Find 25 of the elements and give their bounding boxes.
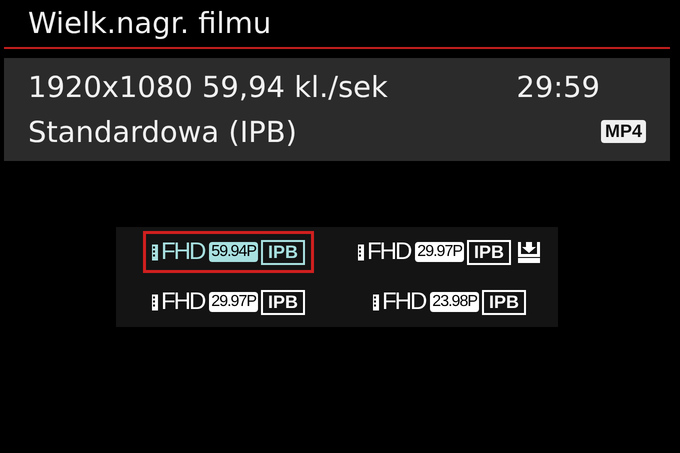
film-strip-icon (152, 294, 158, 310)
compression-badge: IPB (467, 240, 512, 264)
size-label: FHD (160, 238, 204, 266)
compression-badge: IPB (482, 290, 526, 314)
menu-title: Wielk.nagr. filmu (27, 5, 272, 42)
movie-size-option[interactable]: FHD 23.98P IPB (364, 281, 536, 323)
format-badge: MP4 (600, 120, 646, 143)
film-strip-icon (372, 294, 379, 310)
movie-size-option[interactable]: FHD 59.94P IPB (142, 231, 314, 273)
compression-badge: IPB (261, 240, 306, 264)
compression-text: Standardowa (IPB) (28, 114, 297, 148)
film-strip-icon (152, 244, 158, 260)
size-label: FHD (382, 288, 426, 316)
frame-rate-badge: 29.97P (209, 292, 258, 312)
recording-time: 29:59 (516, 70, 600, 104)
frame-rate-badge: 23.98P (430, 292, 480, 312)
resolution-text: 1920x1080 59,94 kl./sek (28, 70, 388, 104)
frame-rate-badge: 29.97P (415, 242, 464, 262)
size-label: FHD (366, 238, 410, 266)
frame-rate-badge: 59.94P (209, 242, 258, 262)
compression-badge: IPB (261, 290, 306, 314)
size-label: FHD (160, 288, 204, 316)
movie-size-option[interactable]: FHD 29.97P IPB (142, 281, 314, 323)
movie-size-option[interactable]: FHD 29.97P IPB (348, 231, 550, 273)
film-strip-icon (358, 244, 364, 260)
